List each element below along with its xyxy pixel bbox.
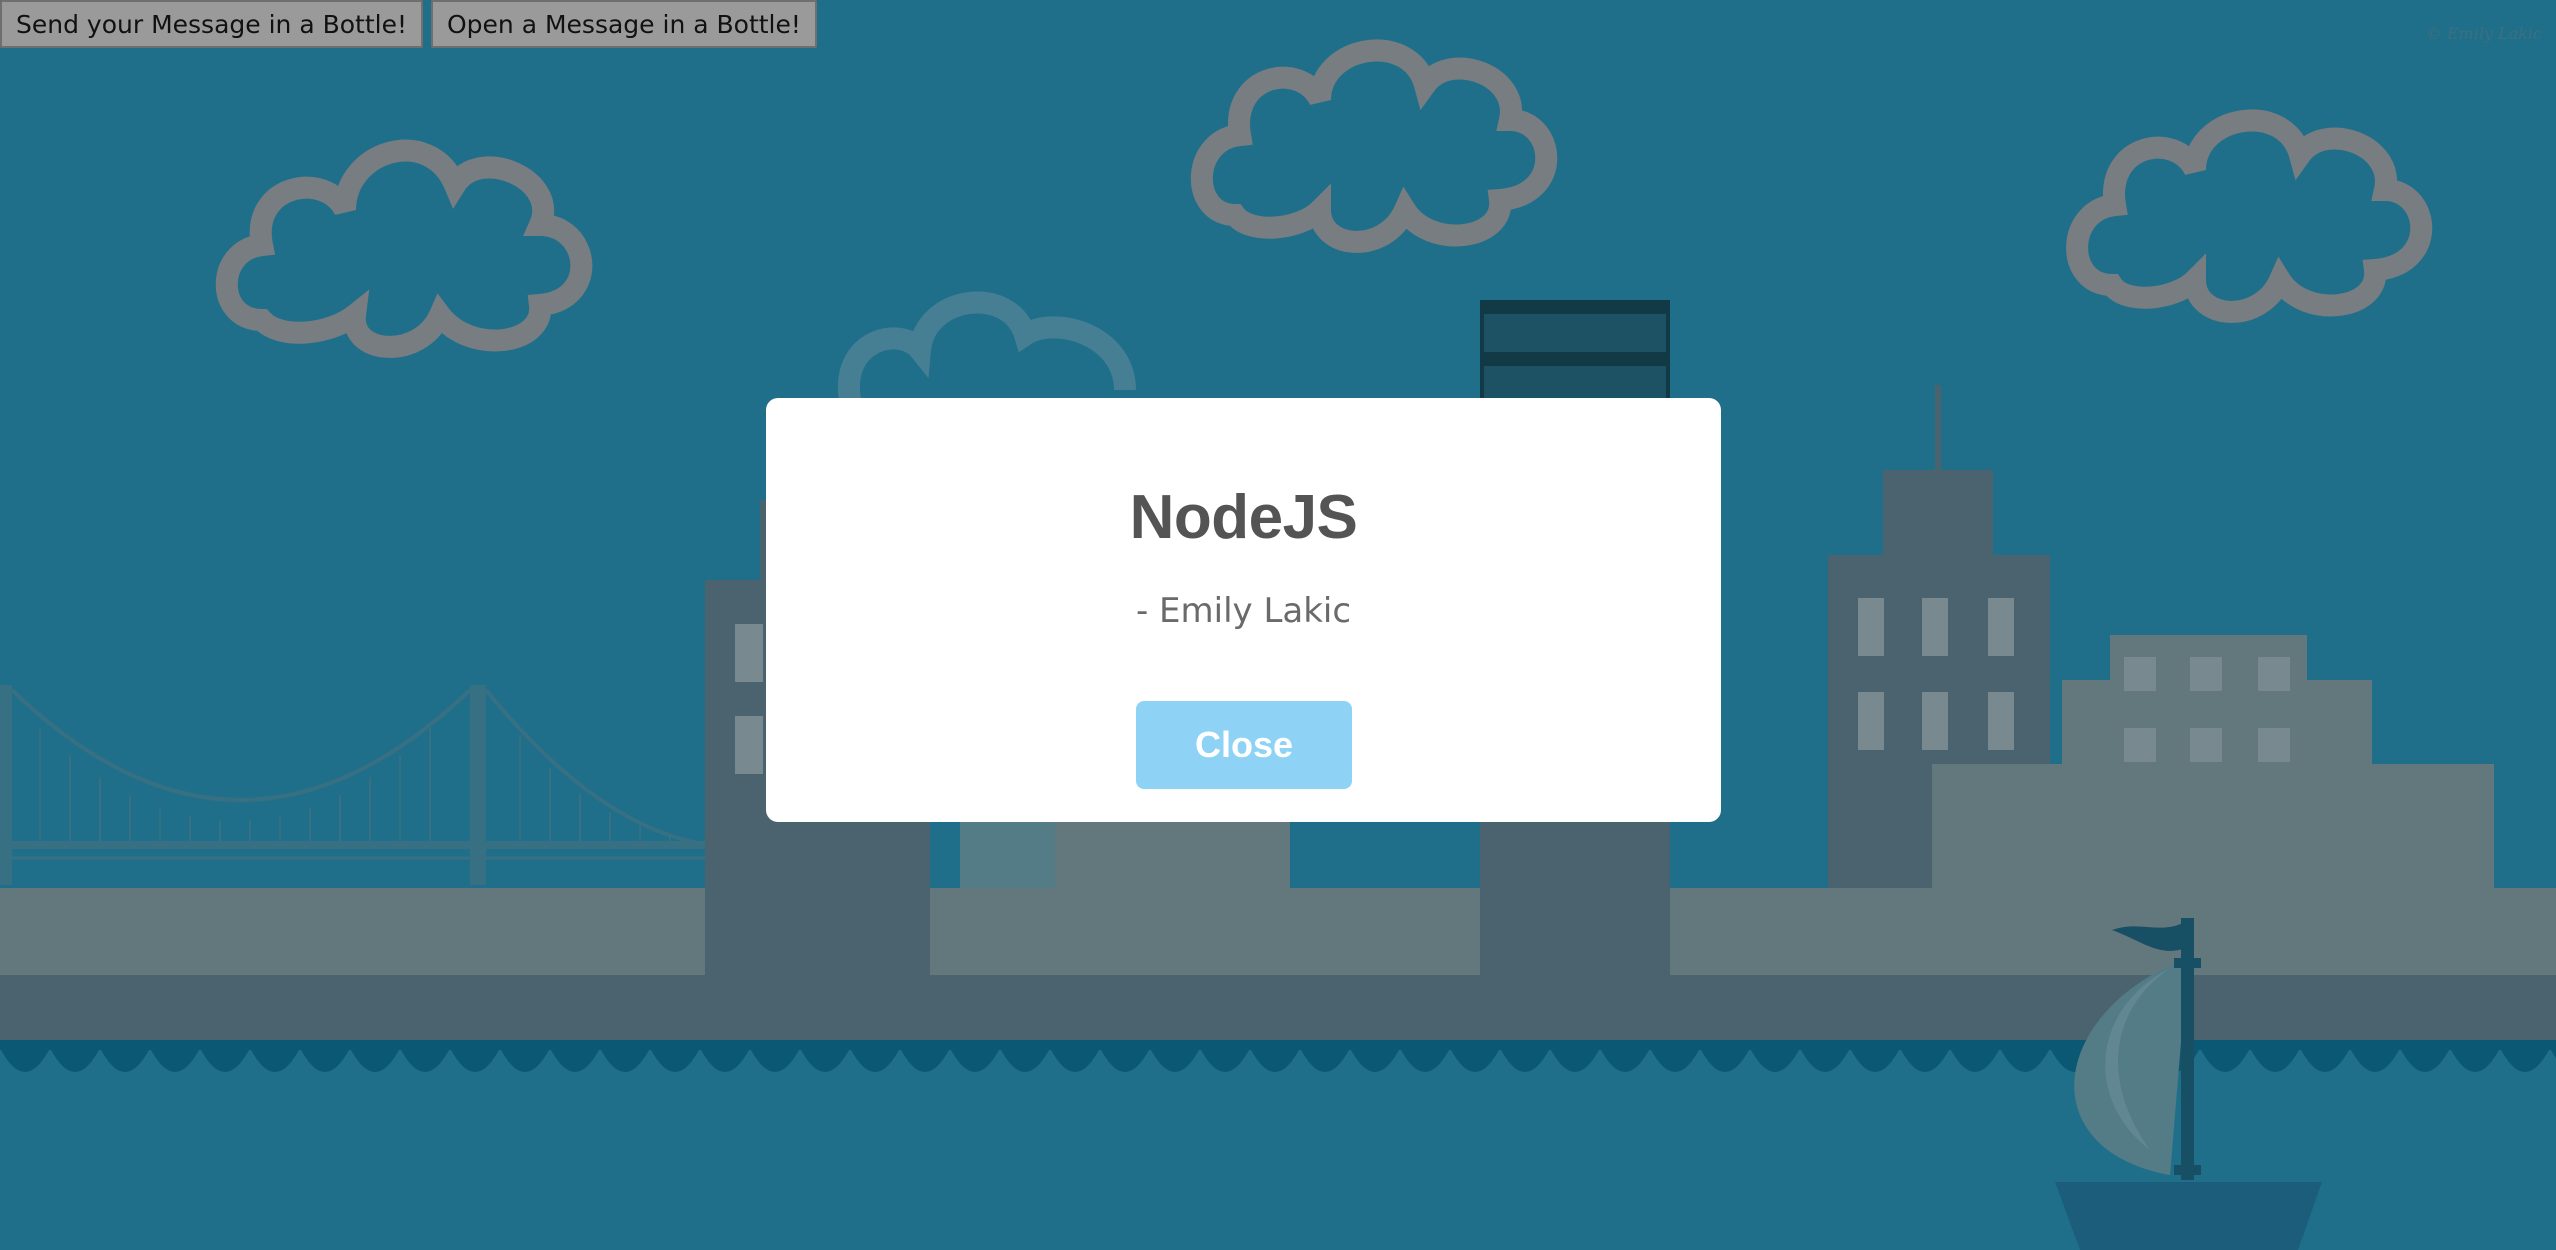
message-modal: NodeJS - Emily Lakic Close [766, 398, 1721, 822]
copyright-credit: © Emily Lakic [2425, 24, 2542, 43]
close-button[interactable]: Close [1136, 701, 1352, 789]
modal-author: - Emily Lakic [1135, 591, 1352, 631]
top-toolbar: Send your Message in a Bottle! Open a Me… [0, 0, 817, 48]
send-message-button[interactable]: Send your Message in a Bottle! [0, 0, 423, 48]
modal-title: NodeJS [1129, 483, 1358, 552]
open-message-button[interactable]: Open a Message in a Bottle! [431, 0, 817, 48]
